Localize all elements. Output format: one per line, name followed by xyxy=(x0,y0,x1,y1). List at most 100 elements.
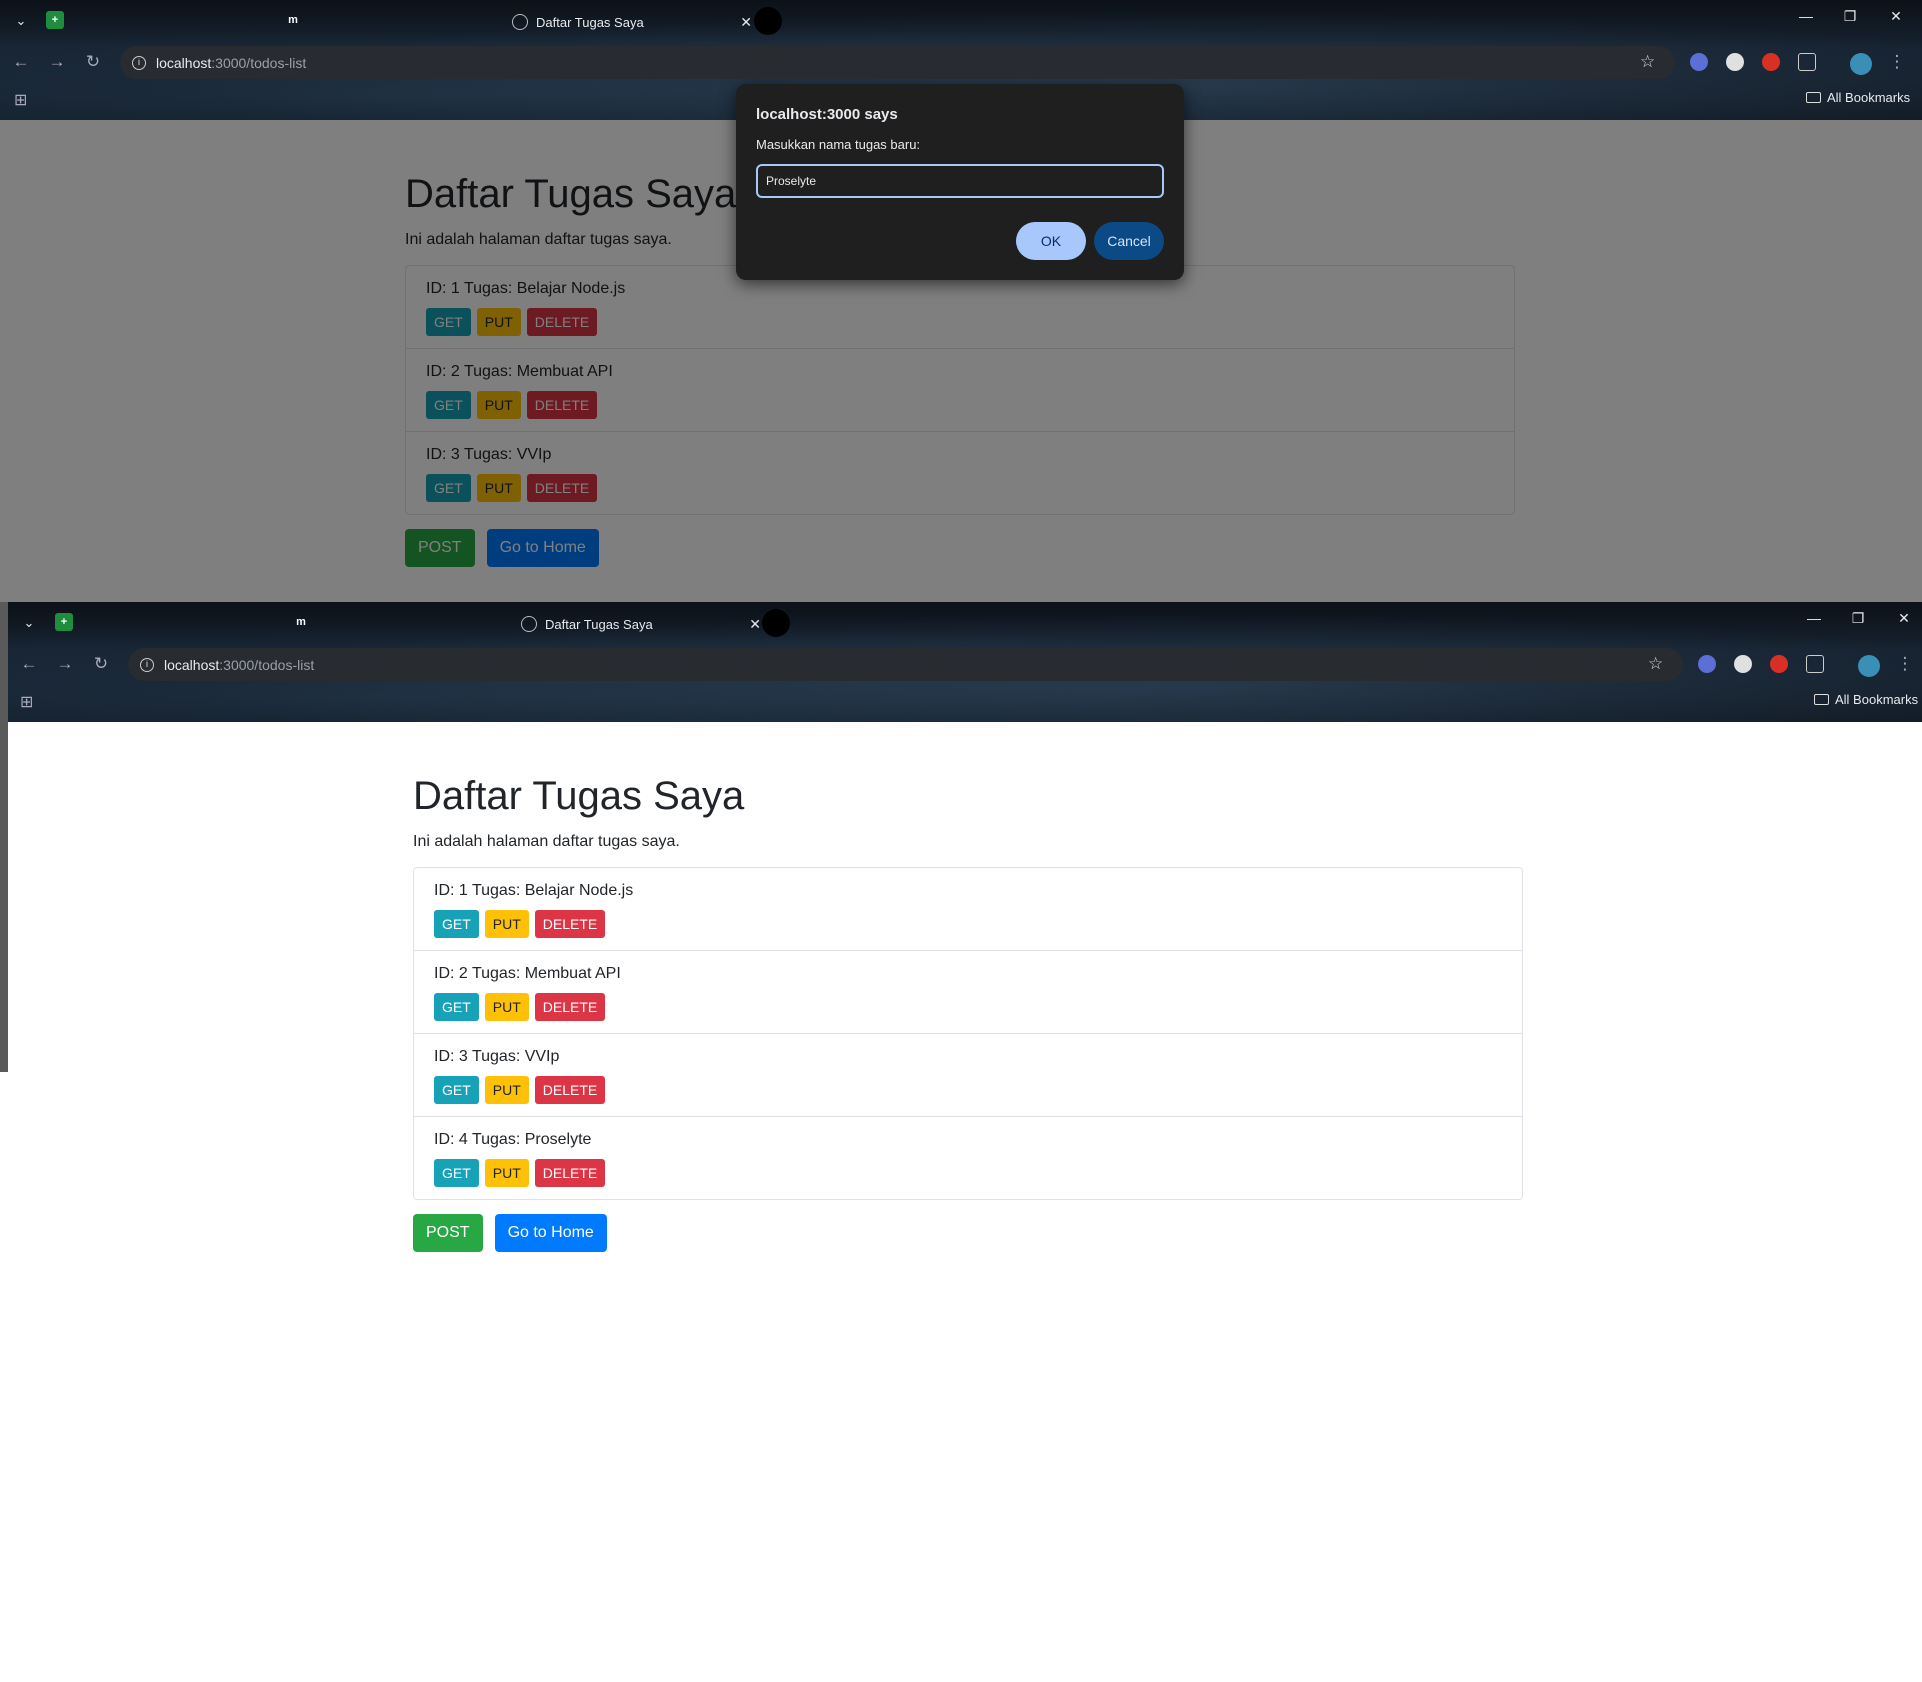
close-window-icon[interactable]: ✕ xyxy=(1884,8,1908,25)
tab-mi[interactable]: m xyxy=(284,11,302,29)
bookmark-star-icon[interactable]: ☆ xyxy=(1648,654,1663,674)
restore-icon[interactable]: ❐ xyxy=(1838,8,1862,25)
tab-mi[interactable]: m xyxy=(292,613,310,631)
tab-search-chevron-icon[interactable]: ⌄ xyxy=(18,612,40,634)
url-path: :3000/todos-list xyxy=(211,54,307,71)
extension-globe-icon[interactable] xyxy=(1734,655,1752,673)
cancel-button[interactable]: Cancel xyxy=(1094,222,1164,260)
todo-list: ID: 1 Tugas: Belajar Node.js GET PUT DEL… xyxy=(405,265,1515,515)
folder-icon xyxy=(1806,92,1821,103)
delete-button[interactable]: DELETE xyxy=(526,474,598,502)
address-bar[interactable]: i localhost:3000/todos-list xyxy=(128,648,1683,681)
ok-button[interactable]: OK xyxy=(1016,222,1086,260)
avatar[interactable] xyxy=(1850,53,1872,75)
extension-teams-icon[interactable] xyxy=(1690,53,1708,71)
todo-text: ID: 1 Tugas: Belajar Node.js xyxy=(426,280,626,297)
put-button[interactable]: PUT xyxy=(484,1076,529,1104)
get-button[interactable]: GET xyxy=(434,1076,479,1104)
post-button[interactable]: POST xyxy=(413,1214,483,1252)
put-button[interactable]: PUT xyxy=(476,474,521,502)
todo-text: ID: 2 Tugas: Membuat API xyxy=(434,965,621,982)
all-bookmarks[interactable]: All Bookmarks xyxy=(1814,692,1918,707)
extension-adblock-icon[interactable] xyxy=(1762,53,1780,71)
tab-google-sheets[interactable]: + xyxy=(46,11,64,29)
put-button[interactable]: PUT xyxy=(484,1159,529,1187)
todo-text: ID: 1 Tugas: Belajar Node.js xyxy=(434,882,634,899)
todo-text: ID: 3 Tugas: VVIp xyxy=(426,446,552,463)
delete-button[interactable]: DELETE xyxy=(534,910,606,938)
menu-icon[interactable]: ⋮ xyxy=(1886,52,1908,72)
reload-icon[interactable]: ↻ xyxy=(82,52,104,72)
post-button[interactable]: POST xyxy=(405,529,475,567)
tab-close-icon[interactable]: ✕ xyxy=(749,616,761,633)
list-item: ID: 2 Tugas: Membuat API GET PUT DELETE xyxy=(414,950,1522,1033)
all-bookmarks-label: All Bookmarks xyxy=(1835,692,1919,707)
reload-icon[interactable]: ↻ xyxy=(90,654,112,674)
delete-button[interactable]: DELETE xyxy=(534,1159,606,1187)
apps-icon[interactable]: ⊞ xyxy=(14,90,27,110)
site-info-icon[interactable]: i xyxy=(132,55,146,70)
extension-globe-icon[interactable] xyxy=(1726,53,1744,71)
new-tab-button[interactable] xyxy=(754,7,782,35)
extension-adblock-icon[interactable] xyxy=(1770,655,1788,673)
delete-button[interactable]: DELETE xyxy=(534,993,606,1021)
get-button[interactable]: GET xyxy=(434,1159,479,1187)
minimize-icon[interactable]: — xyxy=(1794,8,1818,24)
tab-daftar-tugas[interactable]: Daftar Tugas Saya ✕ xyxy=(521,608,761,640)
forward-icon[interactable]: → xyxy=(54,654,76,674)
todo-text: ID: 4 Tugas: Proselyte xyxy=(434,1131,592,1148)
put-button[interactable]: PUT xyxy=(476,391,521,419)
put-button[interactable]: PUT xyxy=(484,993,529,1021)
all-bookmarks-label: All Bookmarks xyxy=(1827,90,1911,105)
put-button[interactable]: PUT xyxy=(476,308,521,336)
dialog-message: Masukkan nama tugas baru: xyxy=(756,137,921,152)
extension-teams-icon[interactable] xyxy=(1698,655,1716,673)
site-info-icon[interactable]: i xyxy=(140,657,154,672)
page-title: Daftar Tugas Saya xyxy=(413,774,745,818)
extensions-puzzle-icon[interactable] xyxy=(1798,53,1816,71)
page-subtitle: Ini adalah halaman daftar tugas saya. xyxy=(413,833,680,850)
todo-list: ID: 1 Tugas: Belajar Node.js GET PUT DEL… xyxy=(413,867,1523,1200)
delete-button[interactable]: DELETE xyxy=(526,391,598,419)
menu-icon[interactable]: ⋮ xyxy=(1894,654,1916,674)
minimize-icon[interactable]: — xyxy=(1802,610,1826,626)
all-bookmarks[interactable]: All Bookmarks xyxy=(1806,90,1910,105)
url-host: localhost xyxy=(164,656,220,673)
go-home-button[interactable]: Go to Home xyxy=(494,1214,607,1252)
url-host: localhost xyxy=(156,54,212,71)
folder-icon xyxy=(1814,694,1829,705)
apps-icon[interactable]: ⊞ xyxy=(20,692,33,712)
tab-search-chevron-icon[interactable]: ⌄ xyxy=(10,10,32,32)
get-button[interactable]: GET xyxy=(434,910,479,938)
put-button[interactable]: PUT xyxy=(484,910,529,938)
avatar[interactable] xyxy=(1858,655,1880,677)
bookmark-star-icon[interactable]: ☆ xyxy=(1640,52,1655,72)
list-item: ID: 3 Tugas: VVIp GET PUT DELETE xyxy=(406,431,1514,514)
prompt-dialog: localhost:3000 says Masukkan nama tugas … xyxy=(736,84,1184,280)
delete-button[interactable]: DELETE xyxy=(526,308,598,336)
delete-button[interactable]: DELETE xyxy=(534,1076,606,1104)
list-item: ID: 4 Tugas: Proselyte GET PUT DELETE xyxy=(414,1116,1522,1199)
tab-close-icon[interactable]: ✕ xyxy=(740,14,752,31)
get-button[interactable]: GET xyxy=(426,474,471,502)
get-button[interactable]: GET xyxy=(434,993,479,1021)
tab-daftar-tugas[interactable]: Daftar Tugas Saya ✕ xyxy=(512,6,752,38)
back-icon[interactable]: ← xyxy=(18,654,40,674)
forward-icon[interactable]: → xyxy=(46,52,68,72)
main-container: Daftar Tugas Saya Ini adalah halaman daf… xyxy=(413,774,1523,1252)
restore-icon[interactable]: ❐ xyxy=(1846,610,1870,627)
get-button[interactable]: GET xyxy=(426,391,471,419)
back-icon[interactable]: ← xyxy=(10,52,32,72)
extensions-puzzle-icon[interactable] xyxy=(1806,655,1824,673)
tab-title: Daftar Tugas Saya xyxy=(536,14,644,30)
browser-chrome-top: ⌄ + m Daftar Tugas Saya ✕ — ❐ ✕ ← → ↻ i … xyxy=(0,602,1922,722)
list-item: ID: 3 Tugas: VVIp GET PUT DELETE xyxy=(414,1033,1522,1116)
go-home-button[interactable]: Go to Home xyxy=(486,529,599,567)
new-tab-button[interactable] xyxy=(762,609,790,637)
close-window-icon[interactable]: ✕ xyxy=(1892,610,1916,627)
address-bar[interactable]: i localhost:3000/todos-list xyxy=(120,46,1675,79)
task-name-input[interactable] xyxy=(756,164,1164,198)
tab-google-sheets[interactable]: + xyxy=(55,613,73,631)
dialog-title: localhost:3000 says xyxy=(756,106,898,123)
get-button[interactable]: GET xyxy=(426,308,471,336)
